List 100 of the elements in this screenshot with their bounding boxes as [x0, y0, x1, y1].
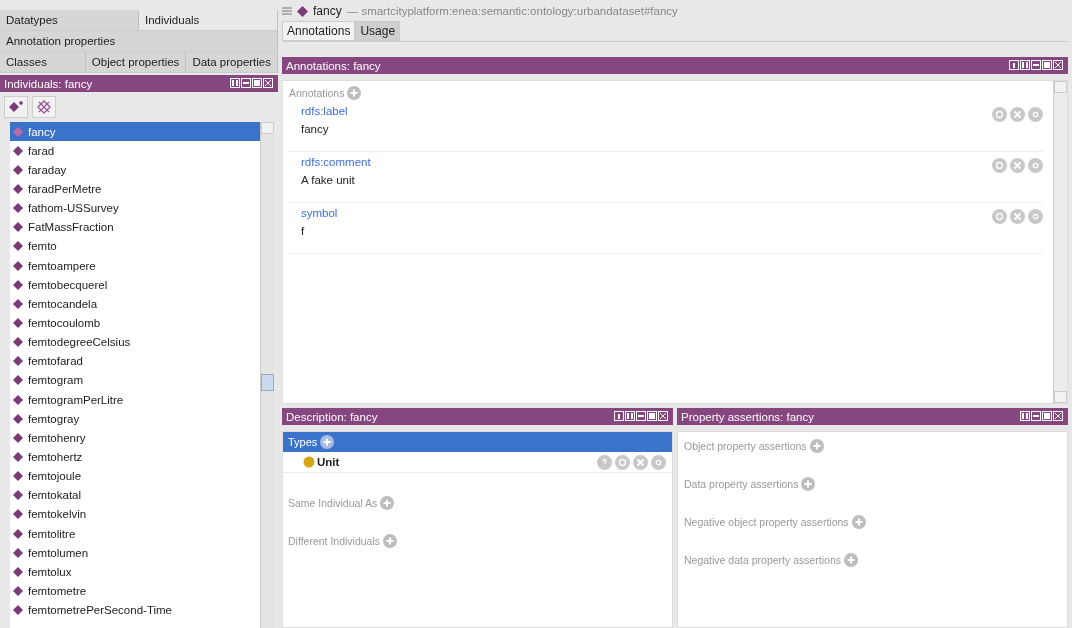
individual-label: femtogram	[28, 374, 83, 387]
scroll-thumb[interactable]	[261, 374, 274, 391]
types-header[interactable]: Types	[283, 432, 672, 452]
scrollbar[interactable]	[260, 122, 274, 628]
individual-item[interactable]: femtolux	[10, 562, 260, 582]
individual-item[interactable]: femtocoulomb	[10, 313, 260, 333]
individual-item[interactable]: fathom-USSurvey	[10, 198, 260, 218]
individual-item[interactable]: femtolumen	[10, 543, 260, 563]
delete-icon[interactable]	[1010, 158, 1025, 173]
panel-controls-icon[interactable]	[230, 78, 274, 89]
individual-item[interactable]: femto	[10, 236, 260, 256]
tab[interactable]: Usage	[355, 21, 401, 41]
diamond-icon	[13, 337, 23, 348]
individual-item[interactable]: femtohertz	[10, 447, 260, 467]
annotation-property[interactable]: rdfs:comment	[301, 156, 371, 168]
tab[interactable]: Data properties	[186, 52, 278, 72]
tab[interactable]: Annotation properties	[0, 31, 278, 51]
edit-icon[interactable]	[651, 454, 666, 470]
diamond-icon	[13, 317, 23, 328]
panel-controls-icon[interactable]	[1009, 60, 1064, 71]
tab[interactable]: Datatypes	[0, 10, 139, 30]
individual-item[interactable]: FatMassFraction	[10, 217, 260, 237]
delete-individual-button[interactable]	[32, 96, 56, 118]
section-label: Negative object property assertions	[684, 516, 849, 528]
diamond-icon	[13, 203, 23, 214]
entity-iri: — smartcityplatform:enea:semantic:ontology:urbandataset#fancy	[346, 5, 678, 17]
individual-item[interactable]: femtohenry	[10, 428, 260, 448]
diamond-icon	[13, 126, 23, 137]
individual-item[interactable]: femtoampere	[10, 256, 260, 276]
individual-label: faradPerMetre	[28, 183, 102, 195]
help-icon[interactable]	[597, 454, 612, 470]
annotation-property[interactable]: rdfs:label	[301, 105, 348, 117]
individual-item[interactable]: faradPerMetre	[10, 179, 260, 199]
individual-label: femtojoule	[28, 470, 82, 483]
panel-title: Property assertions: fancy	[681, 410, 814, 423]
delete-icon[interactable]	[1010, 107, 1025, 122]
individual-label: femtoampere	[28, 259, 96, 272]
scroll-down-icon[interactable]	[1054, 391, 1067, 403]
panel-controls-icon[interactable]	[1020, 411, 1064, 422]
delete-icon[interactable]	[633, 454, 648, 470]
panel-controls-icon[interactable]	[614, 411, 669, 422]
tab[interactable]: Classes	[0, 52, 86, 72]
individual-label: femtogray	[28, 412, 80, 425]
section-label: Negative data property assertions	[684, 554, 841, 566]
edit-icon[interactable]	[1028, 158, 1043, 173]
diamond-icon	[13, 164, 23, 175]
individual-label: femtocoulomb	[28, 316, 101, 329]
individual-item[interactable]: femtogramPerLitre	[10, 389, 260, 410]
menu-icon[interactable]	[282, 7, 292, 15]
individual-item[interactable]: femtogram	[10, 370, 260, 390]
scrollbar[interactable]	[1053, 81, 1067, 403]
add-individual-button[interactable]	[4, 96, 28, 118]
diamond-icon	[13, 356, 23, 367]
individual-item[interactable]: fancy	[10, 122, 260, 142]
annotate-icon[interactable]	[615, 454, 630, 470]
individual-item[interactable]: femtolitre	[10, 523, 260, 544]
class-icon	[303, 456, 315, 468]
annotate-icon[interactable]	[992, 107, 1007, 122]
individual-item[interactable]: femtofarad	[10, 351, 260, 371]
individual-item[interactable]: femtometrePerSecond-Time	[10, 600, 260, 620]
crossed-diamond-icon	[37, 100, 51, 114]
individual-item[interactable]: femtobecquerel	[10, 275, 260, 295]
tab[interactable]: Object properties	[85, 52, 187, 72]
annotate-icon[interactable]	[992, 209, 1007, 224]
individual-label: fancy	[28, 125, 56, 138]
diamond-icon	[13, 451, 23, 462]
delete-icon[interactable]	[1010, 209, 1025, 224]
annotation-property[interactable]: symbol	[301, 207, 338, 219]
individual-item[interactable]: farad	[10, 141, 260, 161]
individual-label: femtometrePerSecond-Time	[28, 604, 172, 617]
section-label: Object property assertions	[684, 440, 807, 452]
edit-icon[interactable]	[1028, 209, 1043, 224]
edit-icon[interactable]	[1028, 107, 1043, 122]
individual-label: faraday	[28, 163, 67, 176]
section-label: Same Individual As	[288, 497, 378, 509]
diamond-icon	[13, 241, 23, 252]
panel-title: Individuals: fancy	[4, 77, 93, 90]
diamond-icon	[13, 184, 23, 194]
diamond-icon	[13, 298, 23, 309]
individual-item[interactable]: femtometre	[10, 581, 260, 601]
individual-item[interactable]: femtojoule	[10, 466, 260, 486]
annotate-icon[interactable]	[992, 158, 1007, 173]
diamond-icon	[13, 279, 23, 290]
tab[interactable]: Annotations	[282, 21, 356, 41]
individual-item[interactable]: femtokelvin	[10, 504, 260, 524]
individual-item[interactable]: femtogray	[10, 409, 260, 429]
diamond-icon	[13, 509, 23, 520]
individual-item[interactable]: faraday	[10, 160, 260, 180]
diamond-icon	[13, 145, 23, 156]
individual-label: femtodegreeCelsius	[28, 336, 131, 349]
add-icon[interactable]	[320, 435, 335, 449]
individual-item[interactable]: femtokatal	[10, 485, 260, 505]
scroll-up-icon[interactable]	[261, 122, 274, 134]
individual-item[interactable]: femtodegreeCelsius	[10, 332, 260, 352]
annotation-value: f	[301, 225, 306, 237]
individual-item[interactable]: femtocandela	[10, 294, 260, 314]
diamond-icon	[13, 394, 23, 405]
scroll-up-icon[interactable]	[1054, 81, 1067, 93]
type-label[interactable]: Unit	[317, 456, 595, 468]
individual-label: femtohertz	[28, 450, 83, 463]
